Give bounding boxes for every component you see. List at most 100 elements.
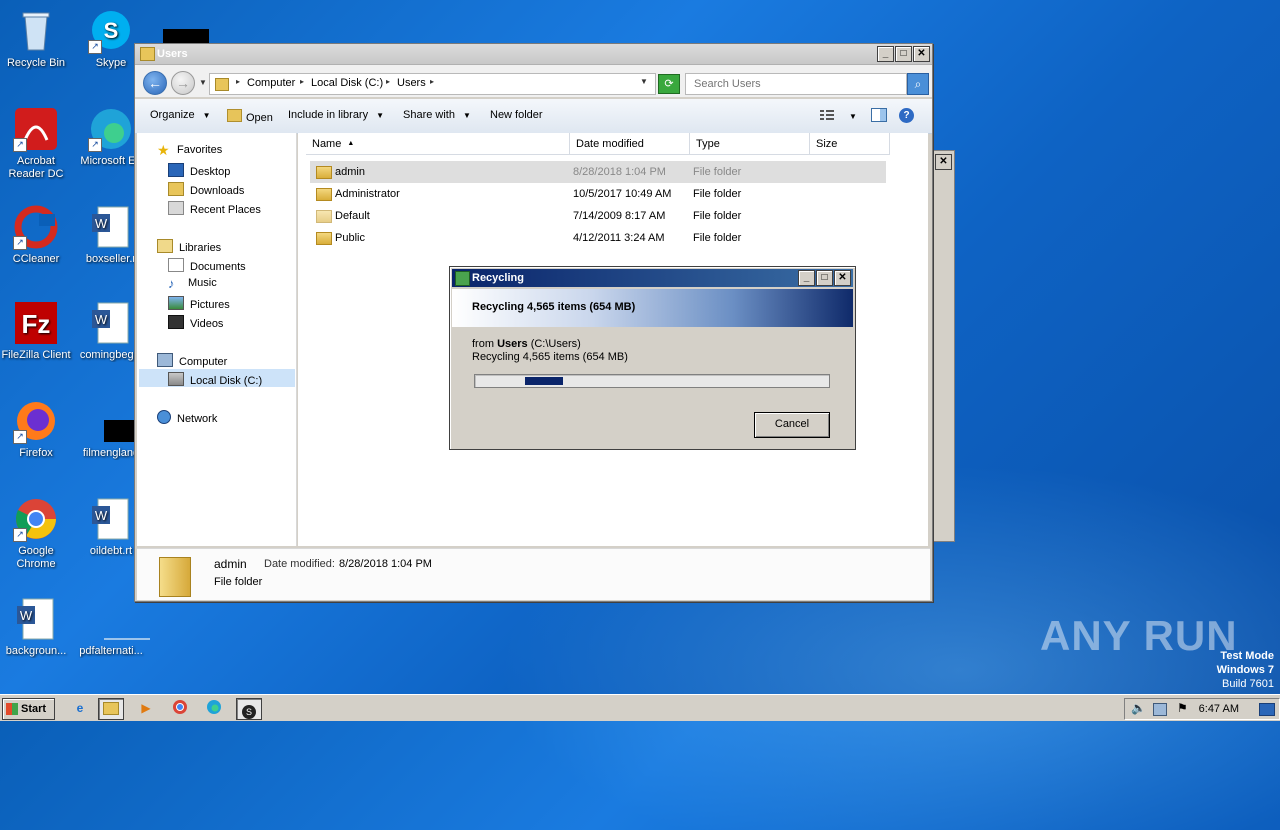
action-center-flag-icon[interactable]: ⚑ bbox=[1177, 701, 1188, 715]
clock[interactable]: 6:47 AM bbox=[1199, 703, 1239, 715]
test-mode-line: Windows 7 bbox=[1216, 664, 1274, 676]
desktop-icon-firefox[interactable]: ↗ Firefox bbox=[0, 398, 75, 460]
breadcrumb-local-disk[interactable]: Local Disk (C:) bbox=[311, 77, 383, 89]
desktop-icon-background[interactable]: W backgroun... bbox=[0, 596, 75, 658]
breadcrumb-chevron-icon[interactable]: ▸ bbox=[430, 77, 434, 86]
nav-documents[interactable]: Documents bbox=[168, 258, 246, 273]
nav-computer[interactable]: Computer bbox=[157, 353, 227, 368]
svg-text:Fz: Fz bbox=[22, 309, 51, 339]
share-with-button[interactable]: Share with ▼ bbox=[403, 109, 471, 121]
nav-favorites[interactable]: ★ Favorites bbox=[157, 143, 223, 158]
view-options-chevron-icon[interactable]: ▼ bbox=[849, 112, 857, 121]
organize-button[interactable]: Organize ▼ bbox=[150, 109, 211, 121]
chrome-taskbar-icon[interactable] bbox=[168, 698, 192, 718]
table-row[interactable]: admin 8/28/2018 1:04 PM File folder bbox=[310, 161, 886, 183]
column-header-type[interactable]: Type bbox=[690, 133, 810, 155]
nav-desktop[interactable]: Desktop bbox=[168, 163, 230, 178]
breadcrumb-chevron-icon[interactable]: ▸ bbox=[236, 77, 240, 86]
recycle-bin-icon bbox=[13, 8, 59, 54]
table-row[interactable]: Public 4/12/2011 3:24 AM File folder bbox=[310, 227, 886, 249]
desktop-icon-label: Google Chrome bbox=[16, 545, 56, 570]
desktop-icon-label: pdfalternati... bbox=[79, 645, 143, 657]
desktop-icon-acrobat[interactable]: ↗ Acrobat Reader DC bbox=[0, 106, 75, 181]
column-header-size[interactable]: Size bbox=[810, 133, 890, 155]
nav-network[interactable]: Network bbox=[157, 410, 217, 425]
breadcrumb-chevron-icon[interactable]: ▸ bbox=[386, 77, 390, 86]
address-bar[interactable]: ▸ Computer ▸ Local Disk (C:) ▸ Users ▸ ▼ bbox=[209, 73, 656, 95]
table-row[interactable]: Administrator 10/5/2017 10:49 AM File fo… bbox=[310, 183, 886, 205]
ie-icon[interactable]: e bbox=[68, 698, 92, 718]
filezilla-icon: Fz bbox=[13, 300, 59, 346]
address-dropdown-icon[interactable]: ▼ bbox=[640, 77, 648, 86]
nav-pictures[interactable]: Pictures bbox=[168, 296, 230, 311]
start-button[interactable]: Start bbox=[2, 698, 55, 720]
network-tray-icon[interactable] bbox=[1153, 703, 1167, 716]
close-button[interactable]: ✕ bbox=[913, 46, 930, 62]
dialog-source-line: from Users (C:\Users) bbox=[472, 338, 581, 350]
preview-pane-icon[interactable] bbox=[871, 108, 887, 122]
app-taskbar-icon[interactable]: S bbox=[236, 698, 262, 720]
nav-libraries[interactable]: Libraries bbox=[157, 239, 221, 254]
speaker-icon[interactable]: 🔈 bbox=[1131, 701, 1146, 715]
search-box[interactable] bbox=[685, 73, 907, 95]
desktop-icon-ccleaner[interactable]: ↗ CCleaner bbox=[0, 204, 75, 266]
organize-label: Organize bbox=[150, 109, 195, 121]
nav-recent-places[interactable]: Recent Places bbox=[168, 201, 261, 216]
desktop-icon-pdfalternative[interactable]: pdfalternati... bbox=[72, 596, 150, 658]
shortcut-arrow-icon: ↗ bbox=[13, 138, 27, 152]
recycling-dialog: Recycling _ □ ✕ Recycling 4,565 items (6… bbox=[449, 266, 856, 450]
explorer-taskbar-icon[interactable] bbox=[98, 698, 124, 720]
breadcrumb-computer[interactable]: Computer bbox=[247, 77, 295, 89]
dialog-titlebar[interactable]: Recycling _ □ ✕ bbox=[452, 269, 853, 287]
media-player-icon[interactable]: ▶ bbox=[134, 698, 158, 718]
cancel-button[interactable]: Cancel bbox=[754, 412, 830, 438]
minimize-button[interactable]: _ bbox=[798, 270, 815, 286]
shortcut-arrow-icon: ↗ bbox=[13, 528, 27, 542]
maximize-button[interactable]: □ bbox=[816, 270, 833, 286]
new-folder-button[interactable]: New folder bbox=[490, 109, 543, 121]
forward-button[interactable]: → bbox=[171, 71, 195, 95]
breadcrumb-users[interactable]: Users bbox=[397, 77, 426, 89]
open-button[interactable]: Open bbox=[227, 109, 273, 124]
search-icon[interactable]: ⌕ bbox=[907, 73, 929, 95]
minimize-button[interactable]: _ bbox=[877, 46, 894, 62]
firefox-icon: ↗ bbox=[13, 398, 59, 444]
recent-pages-dropdown-icon[interactable]: ▼ bbox=[199, 78, 207, 87]
help-icon[interactable]: ? bbox=[899, 108, 914, 123]
close-button[interactable]: ✕ bbox=[834, 270, 851, 286]
nav-local-disk[interactable]: Local Disk (C:) bbox=[168, 372, 262, 387]
nav-label: Favorites bbox=[177, 144, 223, 156]
app-icon: S bbox=[242, 705, 256, 719]
table-row[interactable]: Default 7/14/2009 8:17 AM File folder bbox=[310, 205, 886, 227]
window-titlebar[interactable]: Users _ □ ✕ bbox=[135, 44, 932, 65]
back-button[interactable]: ← bbox=[143, 71, 167, 95]
nav-label: Local Disk (C:) bbox=[190, 375, 263, 387]
column-label: Type bbox=[696, 138, 720, 150]
dialog-title: Recycling bbox=[472, 272, 524, 284]
column-header-name[interactable]: Name ▲ bbox=[306, 133, 570, 155]
desktop-icon-filezilla[interactable]: Fz FileZilla Client bbox=[0, 300, 75, 362]
blank-file-icon bbox=[88, 596, 150, 642]
desktop-icon-recycle-bin[interactable]: Recycle Bin bbox=[0, 8, 75, 70]
details-name: admin bbox=[214, 557, 247, 571]
breadcrumb-chevron-icon[interactable]: ▸ bbox=[300, 77, 304, 86]
include-in-library-button[interactable]: Include in library ▼ bbox=[288, 109, 384, 121]
test-mode-line: Build 7601 bbox=[1222, 678, 1274, 690]
nav-music[interactable]: ♪ Music bbox=[168, 277, 217, 290]
word-document-icon: W bbox=[88, 496, 134, 542]
edge-taskbar-icon[interactable] bbox=[202, 698, 226, 718]
file-name: Default bbox=[335, 210, 370, 222]
show-desktop-icon[interactable] bbox=[1259, 703, 1275, 716]
window-title: Users bbox=[157, 48, 188, 60]
column-header-date[interactable]: Date modified bbox=[570, 133, 690, 155]
refresh-button[interactable]: ⟳ bbox=[658, 74, 680, 94]
change-view-icon[interactable] bbox=[819, 108, 835, 122]
nav-downloads[interactable]: Downloads bbox=[168, 182, 244, 197]
nav-label: Computer bbox=[179, 356, 228, 368]
search-input[interactable] bbox=[692, 77, 886, 91]
desktop-icon-chrome[interactable]: ↗ Google Chrome bbox=[0, 496, 75, 571]
nav-videos[interactable]: Videos bbox=[168, 315, 223, 330]
word-document-icon: W bbox=[88, 300, 134, 346]
close-icon[interactable]: ✕ bbox=[935, 154, 952, 170]
maximize-button[interactable]: □ bbox=[895, 46, 912, 62]
